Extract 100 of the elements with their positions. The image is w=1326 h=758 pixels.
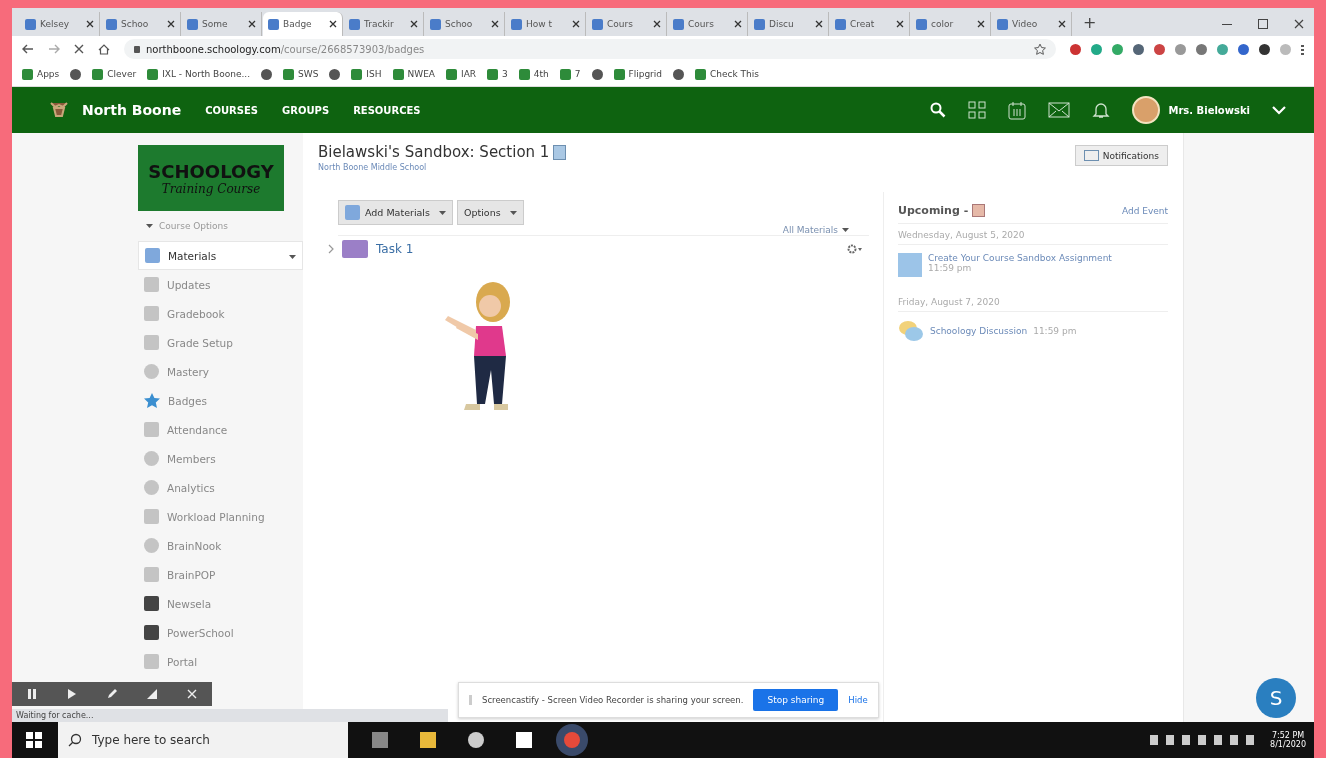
close-icon[interactable] [86, 20, 94, 28]
nav-link[interactable]: GROUPS [282, 104, 330, 116]
bookmark[interactable]: Clever [92, 68, 137, 80]
close-icon[interactable] [329, 20, 337, 28]
clock-time[interactable]: 7:52 PM [1271, 731, 1305, 740]
book-icon[interactable] [553, 144, 567, 160]
close-icon[interactable] [1294, 19, 1304, 29]
bookmark-icon[interactable] [261, 68, 273, 80]
notifications-button[interactable]: Notifications [1074, 145, 1168, 166]
bookmark[interactable]: NWEA [392, 68, 435, 80]
browser-tab[interactable]: Schoo [425, 12, 505, 36]
bookmark[interactable]: Flipgrid [613, 68, 663, 80]
sidebar-item[interactable]: Gradebook [138, 299, 303, 328]
browser-tab[interactable]: Cours [668, 12, 748, 36]
close-icon[interactable] [167, 20, 175, 28]
hide-link[interactable]: Hide [848, 695, 868, 705]
extension-icon[interactable] [1238, 43, 1249, 55]
taskbar-search-field[interactable]: Type here to search [58, 722, 348, 758]
new-tab-button[interactable]: + [1073, 13, 1107, 36]
bookmark[interactable]: Apps [22, 68, 60, 80]
user-name[interactable]: Mrs. Bielowski [1168, 104, 1250, 116]
sidebar-item[interactable]: Portal [138, 647, 303, 676]
close-icon[interactable] [896, 20, 904, 28]
windows-logo-icon[interactable] [26, 732, 42, 748]
bookmark[interactable]: Check This [695, 68, 759, 80]
calendar-icon[interactable] [1008, 100, 1027, 120]
eraser-icon[interactable] [147, 689, 157, 699]
stop-sharing-button[interactable]: Stop sharing [753, 689, 839, 711]
play-icon[interactable] [67, 689, 77, 699]
close-icon[interactable] [1058, 20, 1066, 28]
browser-tab[interactable]: Some [182, 12, 262, 36]
school-link[interactable]: North Boone Middle School [318, 163, 427, 172]
browser-tab[interactable]: Badge [263, 12, 343, 36]
bookmark[interactable]: SWS [283, 68, 319, 80]
browser-tab[interactable]: Schoo [101, 12, 181, 36]
pause-icon[interactable] [27, 689, 37, 699]
browser-tab[interactable]: Video [992, 12, 1072, 36]
pen-icon[interactable] [107, 689, 117, 699]
close-icon[interactable] [572, 20, 580, 28]
close-icon[interactable] [74, 44, 84, 54]
search-icon[interactable] [930, 102, 947, 118]
sidebar-item[interactable]: Workload Planning [138, 502, 303, 531]
bookmark[interactable]: ISH [351, 68, 382, 80]
menu-icon[interactable] [1301, 43, 1304, 55]
bookmark-icon[interactable] [70, 68, 82, 80]
browser-tab[interactable]: How t [506, 12, 586, 36]
bell-icon[interactable] [1092, 101, 1111, 119]
app-icon[interactable] [468, 732, 484, 748]
address-field[interactable]: northboone.schoology.com/course/2668573903/badges [124, 39, 1056, 59]
bookmark-icon[interactable] [329, 68, 341, 80]
bookmark[interactable]: 4th [518, 68, 549, 80]
sidebar-item[interactable]: Newsela [138, 589, 303, 618]
browser-tab[interactable]: Discu [749, 12, 829, 36]
nav-link[interactable]: COURSES [205, 104, 259, 116]
sidebar-item[interactable]: Badges [138, 386, 303, 415]
minimize-icon[interactable] [1222, 23, 1232, 25]
avatar-icon[interactable] [1132, 96, 1161, 124]
close-icon[interactable] [977, 20, 985, 28]
close-icon[interactable] [248, 20, 256, 28]
folder-link[interactable]: Task 1 [376, 242, 414, 256]
nav-link[interactable]: RESOURCES [353, 104, 421, 116]
bookmark-icon[interactable] [591, 68, 603, 80]
home-icon[interactable] [98, 43, 110, 55]
sidebar-item[interactable]: Analytics [138, 473, 303, 502]
sidebar-item[interactable]: Members [138, 444, 303, 473]
sidebar-item[interactable]: Attendance [138, 415, 303, 444]
mail-icon[interactable] [1048, 102, 1071, 118]
event-link[interactable]: Create Your Course Sandbox Assignment [928, 253, 1112, 263]
sidebar-item[interactable]: BrainPOP [138, 560, 303, 589]
event-link[interactable]: Schoology Discussion [930, 326, 1028, 336]
browser-tab[interactable]: color [911, 12, 991, 36]
close-icon[interactable] [815, 20, 823, 28]
sidebar-item[interactable]: Grade Setup [138, 328, 303, 357]
bookmark[interactable]: IXL - North Boone... [147, 68, 251, 80]
calendar-icon[interactable] [972, 204, 986, 217]
filter-dropdown[interactable]: All Materials [782, 225, 849, 235]
add-event-link[interactable]: Add Event [1121, 205, 1168, 216]
browser-tab[interactable]: Cours [587, 12, 667, 36]
maximize-icon[interactable] [1258, 19, 1268, 29]
close-icon[interactable] [491, 20, 499, 28]
browser-tab[interactable]: Trackir [344, 12, 424, 36]
chat-button[interactable]: S [1256, 678, 1296, 718]
extension-icon[interactable] [1133, 43, 1144, 55]
extension-icon[interactable] [1259, 43, 1270, 55]
bookmark[interactable]: 7 [559, 68, 581, 80]
add-materials-button[interactable]: Add Materials [338, 200, 453, 225]
bookmark-icon[interactable] [673, 68, 685, 80]
sidebar-item[interactable]: PowerSchool [138, 618, 303, 647]
bookmark[interactable]: 3 [487, 68, 508, 80]
star-icon[interactable] [1034, 43, 1046, 55]
sidebar-item[interactable]: BrainNook [138, 531, 303, 560]
close-icon[interactable] [734, 20, 742, 28]
chevron-right-icon[interactable] [328, 244, 334, 254]
bookmark[interactable]: IAR [446, 68, 477, 80]
sidebar-item[interactable]: Mastery [138, 357, 303, 386]
chevron-down-icon[interactable] [1272, 105, 1286, 115]
clock-date[interactable]: 8/1/2020 [1270, 740, 1306, 749]
browser-tab[interactable]: Creat [830, 12, 910, 36]
back-icon[interactable] [22, 44, 34, 54]
close-icon[interactable] [410, 20, 418, 28]
